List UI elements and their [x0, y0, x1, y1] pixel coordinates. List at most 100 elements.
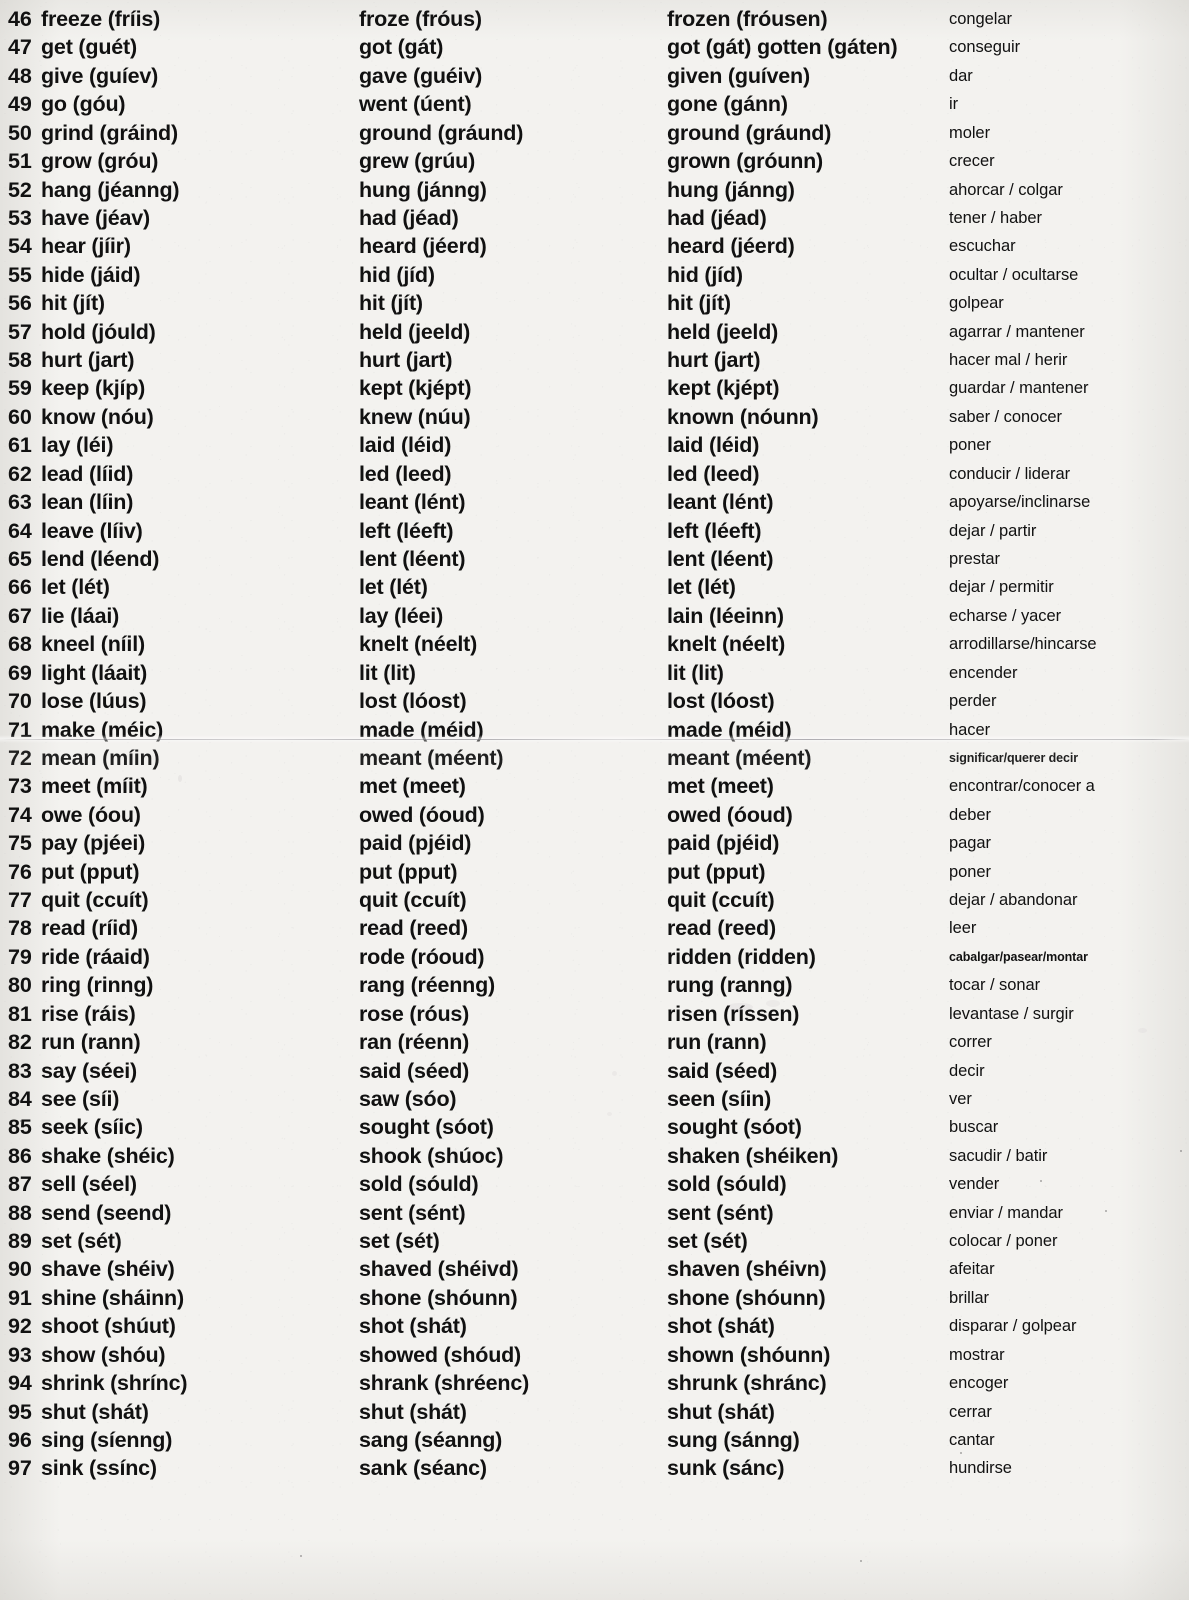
verb-infinitive: show (shóu)	[41, 1342, 166, 1367]
verb-past-simple: lent (léent)	[359, 546, 466, 571]
verb-past-participle: sunk (sánc)	[667, 1456, 785, 1481]
table-row: 87 sell (séel) sold (sóuld) sold (sóuld) ven…	[0, 1170, 1189, 1198]
verb-spanish-translation: dar	[949, 66, 973, 85]
verb-past-simple: hung (jánng)	[359, 177, 487, 202]
verb-past-participle: lent (léent)	[667, 546, 774, 571]
verb-infinitive: shine (sháinn)	[41, 1285, 184, 1310]
table-row: 49 go (góu) went (úent) gone (gánn) ir	[0, 90, 1189, 118]
row-number: 50	[8, 120, 32, 145]
table-row: 91 shine (sháinn) shone (shóunn) shone (shó…	[0, 1284, 1189, 1312]
verb-past-simple: quit (ccuít)	[359, 888, 467, 913]
table-row: 80 ring (rinng) rang (réenng) rung (ranng) t…	[0, 971, 1189, 999]
table-row: 93 show (shóu) showed (shóud) shown (shóunn…	[0, 1341, 1189, 1369]
row-number: 87	[8, 1172, 32, 1197]
verb-past-participle: shaven (shéivn)	[667, 1257, 827, 1282]
verb-past-simple: sought (sóot)	[359, 1115, 494, 1140]
verb-infinitive: mean (míin)	[41, 745, 160, 770]
verb-past-participle: sought (sóot)	[667, 1115, 802, 1140]
verb-past-simple: sang (séanng)	[359, 1428, 503, 1452]
verb-infinitive: shoot (shúut)	[41, 1314, 176, 1339]
verb-infinitive: quit (ccuít)	[41, 888, 149, 913]
table-row: 71 make (méic) made (méid) made (méid) hacer	[0, 716, 1189, 744]
scan-speck	[860, 1560, 862, 1562]
verb-past-participle: shaken (shéiken)	[667, 1143, 839, 1168]
verb-spanish-translation: dejar / partir	[949, 521, 1037, 540]
table-row: 97 sink (ssínc) sank (séanc) sunk (sánc) hun…	[0, 1454, 1189, 1482]
verb-past-participle: ground (gráund)	[667, 120, 832, 145]
row-number: 62	[8, 461, 32, 486]
verb-infinitive: give (guíev)	[41, 63, 159, 88]
verb-infinitive: ring (rinng)	[41, 973, 154, 998]
verb-spanish-translation: hundirse	[949, 1459, 1012, 1478]
row-number: 78	[8, 916, 32, 941]
verb-past-simple: heard (jéerd)	[359, 234, 487, 259]
verb-past-simple: sank (séanc)	[359, 1456, 487, 1481]
verb-infinitive: lend (léend)	[41, 546, 160, 571]
verb-past-participle: lit (lit)	[667, 660, 724, 685]
table-row: 92 shoot (shúut) shot (shát) shot (shát) dis…	[0, 1312, 1189, 1340]
verb-past-simple: ground (gráund)	[359, 120, 524, 145]
verb-infinitive: set (sét)	[41, 1229, 122, 1254]
verb-infinitive: know (nóu)	[41, 404, 154, 429]
verb-spanish-translation: cantar	[949, 1431, 995, 1449]
table-row: 73 meet (míit) met (meet) met (meet) encontr…	[0, 772, 1189, 800]
row-number: 83	[8, 1058, 32, 1083]
verb-infinitive: grind (gráind)	[41, 120, 178, 145]
verb-infinitive: lie (láai)	[41, 603, 120, 628]
verb-infinitive: get (guét)	[41, 35, 137, 60]
verb-infinitive: go (góu)	[41, 92, 126, 117]
verb-infinitive: ride (ráaid)	[41, 944, 150, 969]
verb-spanish-translation: ahorcar / colgar	[949, 180, 1063, 199]
verb-spanish-translation: encontrar/conocer a	[949, 777, 1095, 796]
verb-past-participle: sung (sánng)	[667, 1428, 800, 1452]
verb-past-simple: kept (kjépt)	[359, 376, 472, 401]
verb-infinitive: shake (shéic)	[41, 1143, 175, 1168]
row-number: 71	[8, 717, 32, 742]
table-row: 66 let (lét) let (lét) let (lét) dejar / per…	[0, 573, 1189, 601]
verb-infinitive: rise (ráis)	[41, 1001, 136, 1026]
verb-spanish-translation: leer	[949, 919, 977, 938]
verb-infinitive: light (láait)	[41, 660, 148, 685]
table-row: 56 hit (jít) hit (jít) hit (jít) golpear	[0, 289, 1189, 317]
verb-past-simple: laid (léid)	[359, 433, 452, 458]
verb-spanish-translation: apoyarse/inclinarse	[949, 493, 1091, 512]
row-number: 48	[8, 63, 32, 88]
verb-spanish-translation: moler	[949, 123, 991, 142]
verb-past-simple: left (léeft)	[359, 518, 454, 543]
table-row: 55 hide (jáid) hid (jíd) hid (jíd) ocultar /…	[0, 261, 1189, 289]
table-row: 64 leave (líiv) left (léeft) left (léeft) de…	[0, 517, 1189, 545]
verb-infinitive: shrink (shrínc)	[41, 1371, 188, 1396]
verb-past-simple: grew (grúu)	[359, 149, 476, 174]
verb-spanish-translation: correr	[949, 1033, 992, 1052]
row-number: 69	[8, 660, 32, 685]
verb-past-participle: got (gát) gotten (gáten)	[667, 35, 898, 60]
row-number: 51	[8, 149, 32, 174]
table-row: 72 mean (míin) meant (méent) meant (méent) s…	[0, 744, 1189, 772]
verb-past-participle: set (sét)	[667, 1229, 748, 1254]
verb-spanish-translation: congelar	[949, 10, 1012, 28]
verb-past-simple: sold (sóuld)	[359, 1172, 479, 1197]
verb-spanish-translation: deber	[949, 805, 991, 824]
verb-spanish-translation: dejar / permitir	[949, 578, 1054, 597]
verb-infinitive: owe (óou)	[41, 802, 141, 827]
row-number: 92	[8, 1314, 32, 1339]
row-number: 70	[8, 689, 32, 714]
table-row: 58 hurt (jart) hurt (jart) hurt (jart) hacer…	[0, 346, 1189, 374]
verb-past-participle: owed (óoud)	[667, 802, 793, 827]
verb-infinitive: hurt (jart)	[41, 348, 135, 373]
row-number: 55	[8, 262, 32, 287]
verb-spanish-translation: guardar / mantener	[949, 379, 1089, 398]
verb-past-participle: made (méid)	[667, 717, 792, 742]
verb-past-simple: let (lét)	[359, 575, 428, 600]
row-number: 68	[8, 632, 32, 657]
verb-infinitive: meet (míit)	[41, 774, 148, 799]
verb-past-participle: met (meet)	[667, 774, 774, 799]
verb-past-participle: gone (gánn)	[667, 92, 788, 117]
verb-past-participle: sent (sént)	[667, 1200, 774, 1225]
verb-infinitive: hide (jáid)	[41, 262, 141, 287]
table-row: 79 ride (ráaid) rode (róoud) ridden (ridden…	[0, 943, 1189, 971]
verb-spanish-translation: encender	[949, 663, 1018, 682]
row-number: 77	[8, 888, 32, 913]
verb-infinitive: grow (gróu)	[41, 149, 159, 174]
row-number: 60	[8, 404, 32, 429]
